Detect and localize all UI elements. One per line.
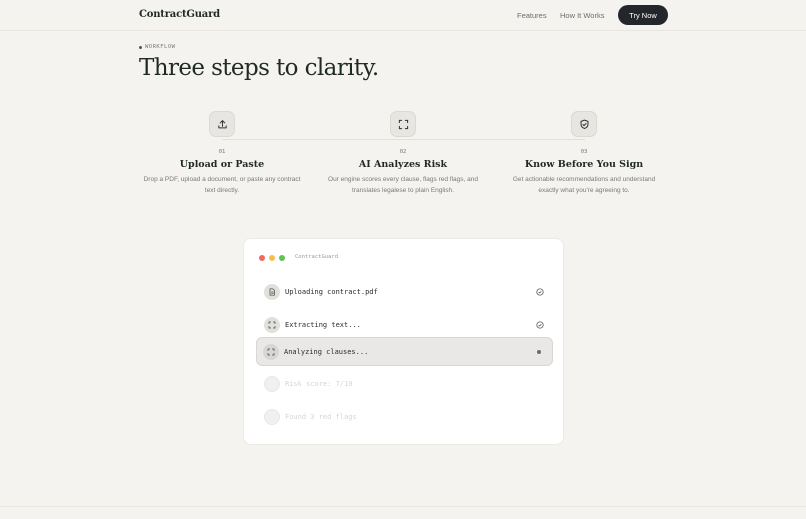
close-dot-icon — [259, 255, 265, 261]
step-title: Know Before You Sign — [524, 159, 644, 170]
app-window-mockup: ContractGuard Uploading contract.pdf Ext… — [243, 238, 564, 445]
upload-icon — [209, 111, 235, 137]
bullet-icon — [139, 45, 142, 49]
task-label: Uploading contract.pdf — [285, 288, 378, 296]
task-row-risk-score: Risk score: 7/10 — [256, 370, 553, 398]
step-title: AI Analyzes Risk — [358, 159, 448, 170]
step-number: 02 — [399, 149, 407, 155]
eyebrow-label: WORKFLOW — [145, 44, 176, 50]
scan-icon — [263, 343, 279, 360]
task-label: Found 3 red flags — [285, 413, 357, 421]
task-row-upload: Uploading contract.pdf — [256, 278, 553, 306]
step-title: Upload or Paste — [179, 159, 265, 170]
try-now-button[interactable]: Try Now — [618, 5, 668, 25]
document-icon — [264, 284, 280, 300]
check-circle-icon — [535, 287, 545, 297]
step-number: 03 — [580, 149, 588, 155]
task-row-extract: Extracting text... — [256, 311, 553, 339]
shield-check-icon — [571, 111, 597, 137]
task-label: Extracting text... — [285, 321, 361, 329]
step-description: Our engine scores every clause, flags re… — [328, 176, 478, 194]
section-divider — [0, 506, 806, 507]
scan-icon — [390, 111, 416, 137]
nav-link-features[interactable]: Features — [517, 11, 547, 20]
step-upload: 01 Upload or Paste Drop a PDF, upload a … — [132, 111, 312, 196]
nav-link-how-it-works[interactable]: How It Works — [560, 11, 604, 20]
step-description: Drop a PDF, upload a document, or paste … — [143, 176, 301, 194]
window-controls — [259, 255, 285, 261]
scan-icon — [264, 317, 280, 333]
window-title: ContractGuard — [295, 254, 339, 260]
circle-icon — [264, 376, 280, 392]
task-row-analyze: Analyzing clauses... — [256, 337, 553, 366]
circle-icon — [264, 409, 280, 425]
step-description: Get actionable recommendations and under… — [512, 176, 656, 194]
section-eyebrow: WORKFLOW — [139, 44, 176, 50]
task-label: Analyzing clauses... — [284, 347, 369, 356]
top-nav: ContractGuard Features How It Works Try … — [0, 0, 806, 31]
step-number: 01 — [218, 149, 226, 155]
task-label: Risk score: 7/10 — [285, 380, 353, 388]
step-analyze: 02 AI Analyzes Risk Our engine scores ev… — [313, 111, 493, 196]
check-circle-icon — [535, 320, 545, 330]
brand-logo[interactable]: ContractGuard — [139, 9, 220, 20]
page-title: Three steps to clarity. — [139, 55, 379, 81]
task-row-red-flags: Found 3 red flags — [256, 403, 553, 431]
progress-dot-icon — [534, 347, 544, 357]
maximize-dot-icon — [279, 255, 285, 261]
minimize-dot-icon — [269, 255, 275, 261]
step-sign: 03 Know Before You Sign Get actionable r… — [494, 111, 674, 196]
